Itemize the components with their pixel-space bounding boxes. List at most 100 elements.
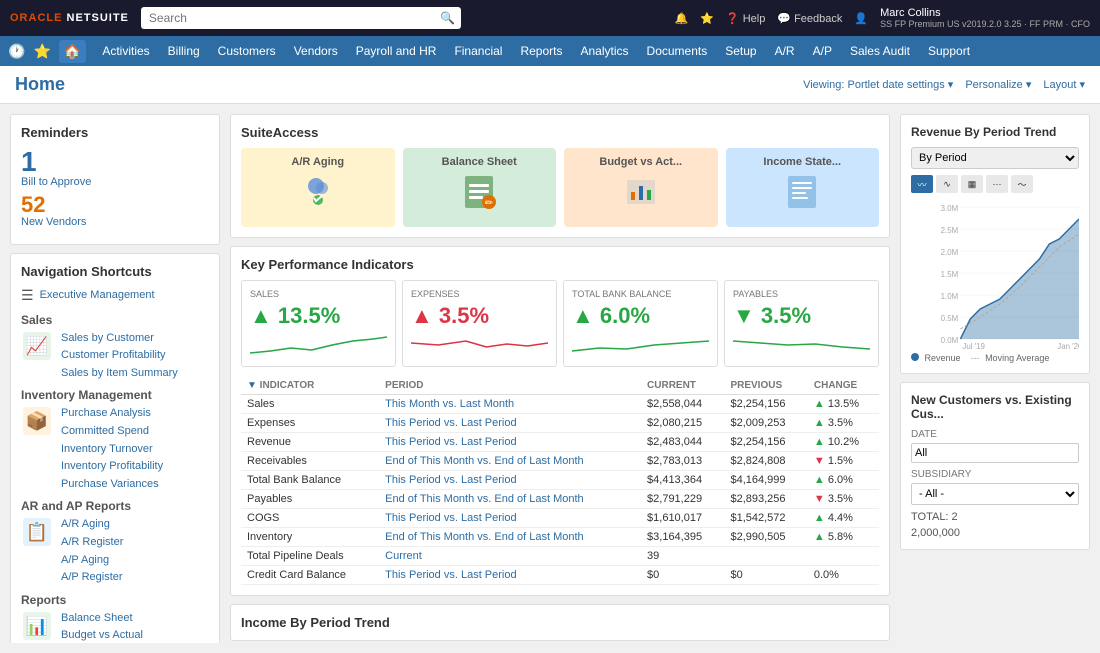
- svg-text:1.5M: 1.5M: [941, 270, 959, 279]
- date-input[interactable]: [911, 443, 1079, 463]
- star-menu-icon[interactable]: ⭐: [33, 43, 50, 60]
- user-name: Marc Collins: [880, 7, 1090, 19]
- chart-bar-icon[interactable]: ▦: [961, 175, 983, 193]
- star-icon[interactable]: ⭐: [700, 12, 714, 25]
- page-title: Home: [15, 74, 65, 95]
- menu-documents[interactable]: Documents: [639, 36, 716, 66]
- reminder-count-2: 52: [21, 194, 209, 216]
- suite-tile-income[interactable]: Income State...: [726, 148, 880, 227]
- menu-activities[interactable]: Activities: [94, 36, 157, 66]
- kpi-expenses-sparkline: [411, 333, 548, 358]
- svg-text:1.0M: 1.0M: [941, 292, 959, 301]
- user-info: Marc Collins SS FP Premium US v2019.2.0 …: [880, 7, 1090, 29]
- search-input[interactable]: [141, 7, 461, 29]
- menu-ar[interactable]: A/R: [767, 36, 803, 66]
- kpi-title: Key Performance Indicators: [241, 257, 879, 272]
- reminder-label-1[interactable]: Bill to Approve: [21, 176, 209, 188]
- kpi-box-expenses: EXPENSES ▲ 3.5%: [402, 280, 557, 367]
- new-customers-title: New Customers vs. Existing Cus...: [911, 393, 1079, 421]
- help-link[interactable]: ❓ Help: [726, 12, 765, 25]
- chart-area-icon[interactable]: ∿: [936, 175, 958, 193]
- menu-analytics[interactable]: Analytics: [573, 36, 637, 66]
- exec-mgmt-link[interactable]: Executive Management: [40, 287, 155, 305]
- svg-text:2.0M: 2.0M: [941, 248, 959, 257]
- suite-tile-budget[interactable]: Budget vs Act...: [564, 148, 718, 227]
- reports-nav-group: 📊 Balance Sheet Budget vs Actual Income …: [21, 610, 209, 643]
- suite-tile-ar-aging[interactable]: A/R Aging: [241, 148, 395, 227]
- user-subtitle: SS FP Premium US v2019.2.0 3.25 · FF PRM…: [880, 19, 1090, 29]
- home-history-icon[interactable]: 🕐: [8, 43, 25, 60]
- cell-current: $2,080,215: [641, 414, 724, 433]
- committed-spend-link[interactable]: Committed Spend: [61, 423, 163, 441]
- reminder-label-2[interactable]: New Vendors: [21, 216, 209, 228]
- menu-vendors[interactable]: Vendors: [286, 36, 346, 66]
- cell-previous: $2,254,156: [724, 433, 807, 452]
- right-panel: Revenue By Period Trend By Period 〰 ∿ ▦ …: [900, 114, 1090, 643]
- layout-button[interactable]: Layout ▾: [1043, 78, 1085, 91]
- subsidiary-select[interactable]: - All -: [911, 483, 1079, 505]
- chart-line2-icon[interactable]: 〜: [1011, 175, 1033, 193]
- cell-change: 0.0%: [808, 566, 879, 585]
- kpi-payables-sparkline: [733, 333, 870, 358]
- svg-text:📊: 📊: [26, 615, 48, 636]
- purchase-analysis-link[interactable]: Purchase Analysis: [61, 405, 163, 423]
- date-label: DATE: [911, 429, 1079, 440]
- menu-ap[interactable]: A/P: [805, 36, 840, 66]
- suite-tile-ar-aging-label: A/R Aging: [291, 156, 344, 168]
- table-row: Revenue This Period vs. Last Period $2,4…: [241, 433, 879, 452]
- table-row: Receivables End of This Month vs. End of…: [241, 452, 879, 471]
- ap-register-link[interactable]: A/P Register: [61, 569, 123, 587]
- cell-change: ▲ 4.4%: [808, 509, 879, 528]
- inventory-profitability-link[interactable]: Inventory Profitability: [61, 458, 163, 476]
- personalize-button[interactable]: Personalize ▾: [965, 78, 1031, 91]
- col-period: PERIOD: [379, 377, 641, 395]
- cell-current: $2,558,044: [641, 395, 724, 414]
- search-icon: 🔍: [440, 11, 455, 25]
- exec-mgmt-item[interactable]: ☰ Executive Management: [21, 287, 209, 305]
- revenue-dot: [911, 353, 919, 361]
- menu-sales-audit[interactable]: Sales Audit: [842, 36, 918, 66]
- notifications-icon[interactable]: 🔔: [675, 12, 689, 25]
- ar-aging-link[interactable]: A/R Aging: [61, 516, 123, 534]
- sales-by-customer-link[interactable]: Sales by Customer: [61, 330, 178, 348]
- kpi-box-sales: SALES ▲ 13.5%: [241, 280, 396, 367]
- inventory-turnover-link[interactable]: Inventory Turnover: [61, 441, 163, 459]
- purchase-variances-link[interactable]: Purchase Variances: [61, 476, 163, 494]
- ar-register-link[interactable]: A/R Register: [61, 534, 123, 552]
- col-change: CHANGE: [808, 377, 879, 395]
- suite-tile-balance-sheet[interactable]: Balance Sheet ✏: [403, 148, 557, 227]
- menu-reports[interactable]: Reports: [512, 36, 570, 66]
- menu-bar: 🕐 ⭐ 🏠 Activities Billing Customers Vendo…: [0, 36, 1100, 66]
- suite-access-grid: A/R Aging Balance Sheet: [241, 148, 879, 227]
- customer-profitability-link[interactable]: Customer Profitability: [61, 347, 178, 365]
- menu-setup[interactable]: Setup: [717, 36, 764, 66]
- feedback-link[interactable]: 💬 Feedback: [777, 12, 842, 25]
- home-icon[interactable]: 🏠: [59, 40, 86, 63]
- suite-access-title: SuiteAccess: [241, 125, 879, 140]
- kpi-bank-value: ▲ 6.0%: [572, 303, 709, 329]
- filter-icon[interactable]: ▼: [247, 380, 257, 391]
- search-bar: 🔍: [141, 7, 461, 29]
- menu-billing[interactable]: Billing: [160, 36, 208, 66]
- cell-current: $2,783,013: [641, 452, 724, 471]
- chart-line-icon[interactable]: 〰: [911, 175, 933, 193]
- chart-type-icons: 〰 ∿ ▦ ⋯ 〜: [911, 175, 1079, 193]
- menu-support[interactable]: Support: [920, 36, 978, 66]
- budget-vs-actual-link[interactable]: Budget vs Actual: [61, 627, 166, 643]
- sales-by-item-summary-link[interactable]: Sales by Item Summary: [61, 365, 178, 383]
- sales-icon: 📈: [21, 330, 53, 362]
- balance-sheet-link[interactable]: Balance Sheet: [61, 610, 166, 628]
- menu-customers[interactable]: Customers: [210, 36, 284, 66]
- cell-period: This Period vs. Last Period: [379, 414, 641, 433]
- ap-aging-link[interactable]: A/P Aging: [61, 552, 123, 570]
- viewing-portlet-settings[interactable]: Viewing: Portlet date settings ▾: [803, 78, 953, 91]
- legend-revenue: Revenue: [911, 353, 961, 363]
- table-row: Sales This Month vs. Last Month $2,558,0…: [241, 395, 879, 414]
- menu-payroll[interactable]: Payroll and HR: [348, 36, 445, 66]
- cell-indicator: Credit Card Balance: [241, 566, 379, 585]
- chart-scatter-icon[interactable]: ⋯: [986, 175, 1008, 193]
- period-select[interactable]: By Period: [911, 147, 1079, 169]
- inventory-nav-group: 📦 Purchase Analysis Committed Spend Inve…: [21, 405, 209, 493]
- menu-financial[interactable]: Financial: [446, 36, 510, 66]
- reports-section-label: Reports: [21, 593, 209, 607]
